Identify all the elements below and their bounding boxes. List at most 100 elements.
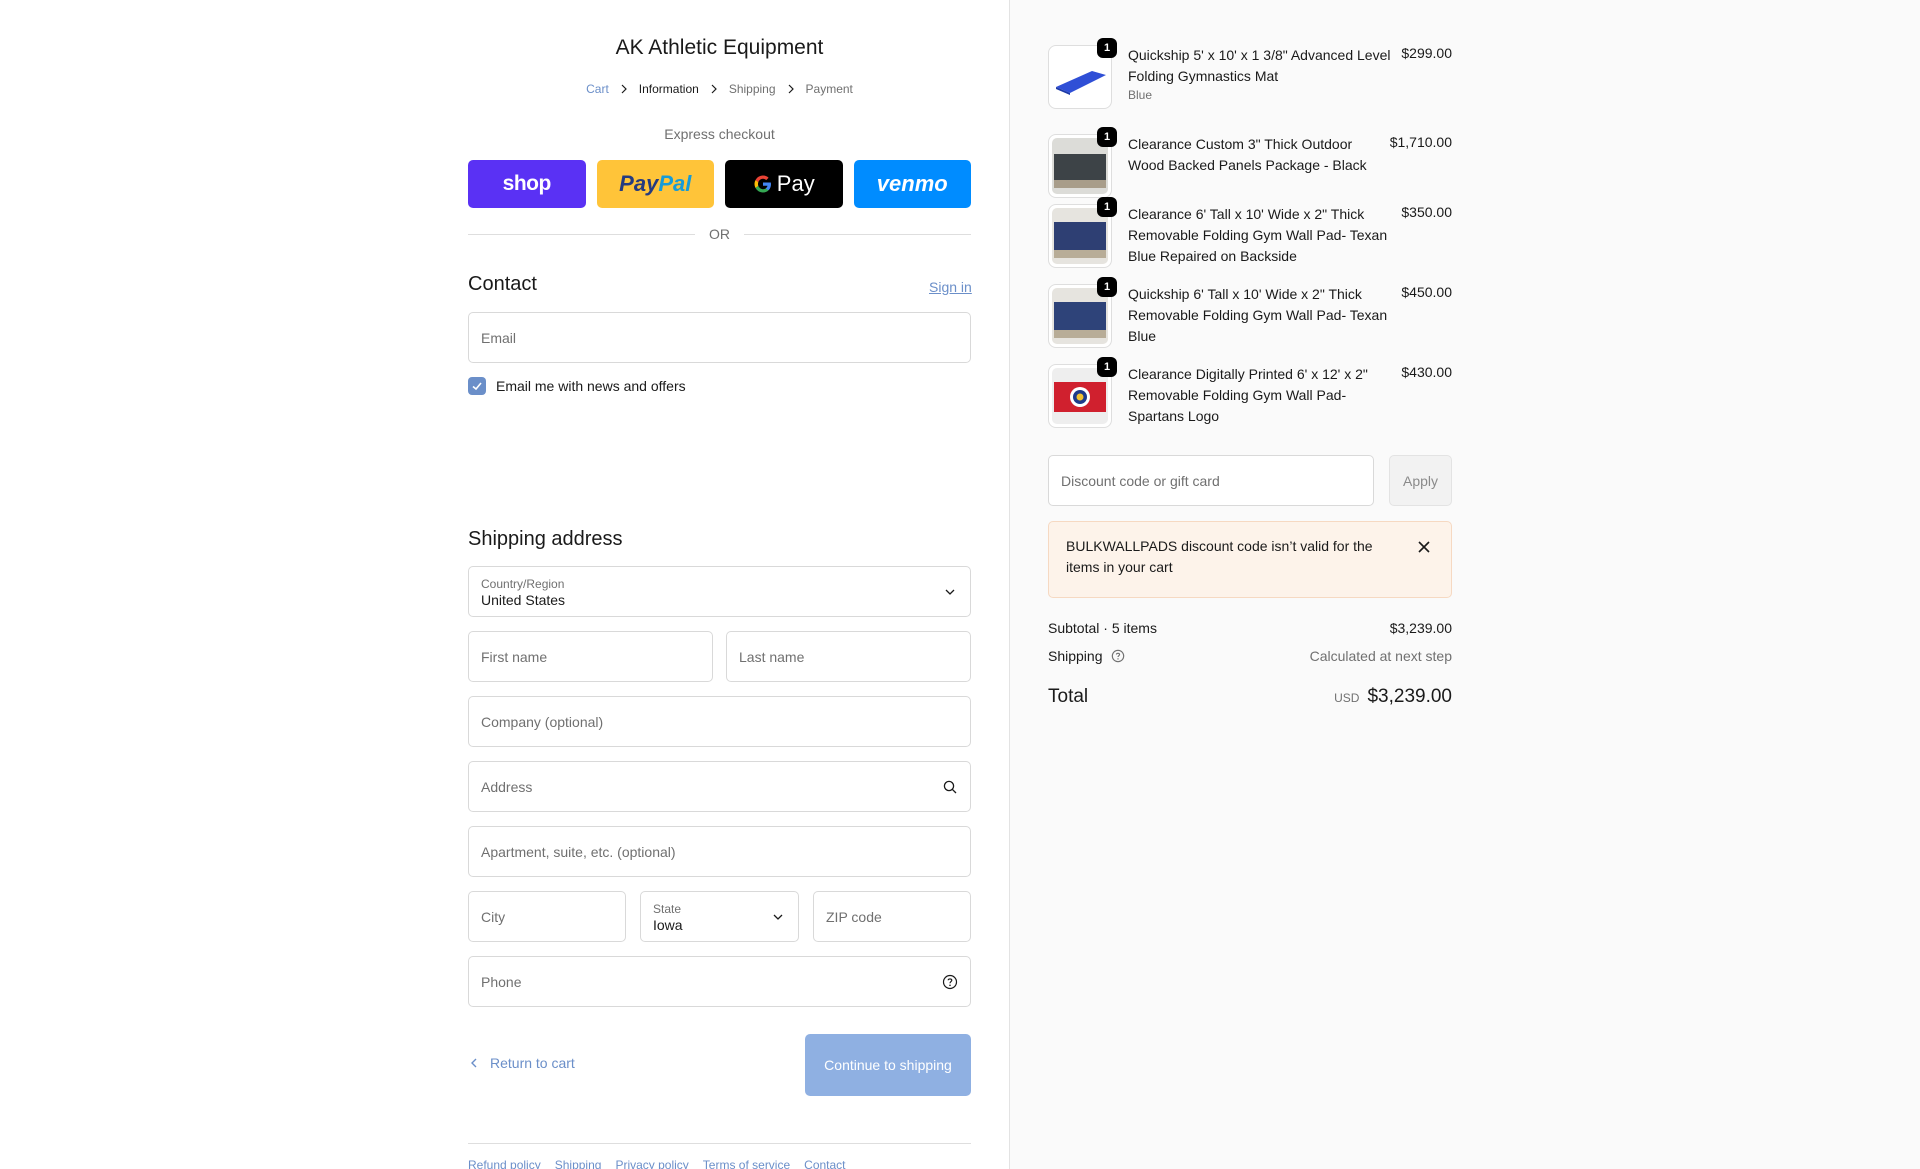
discount-code-field[interactable]: Discount code or gift card	[1048, 455, 1374, 506]
country-label: Country/Region	[481, 576, 565, 591]
first-name-placeholder: First name	[481, 648, 548, 665]
apartment-placeholder: Apartment, suite, etc. (optional)	[481, 843, 676, 860]
help-icon[interactable]	[1111, 649, 1125, 663]
quantity-badge: 1	[1097, 127, 1117, 147]
refund-policy-link[interactable]: Refund policy	[468, 1158, 541, 1169]
footer-links: Refund policy Shipping Privacy policy Te…	[468, 1158, 846, 1169]
google-pay-label: Pay	[776, 171, 815, 196]
item-title: Clearance 6' Tall x 10' Wide x 2" Thick …	[1128, 206, 1388, 264]
item-info: Quickship 5' x 10' x 1 3/8" Advanced Lev…	[1128, 45, 1393, 109]
discount-error-banner: BULKWALLPADS discount code isn’t valid f…	[1048, 521, 1452, 598]
phone-field[interactable]: Phone	[468, 956, 971, 1007]
currency-code: USD	[1334, 691, 1360, 705]
apply-discount-button[interactable]: Apply	[1389, 455, 1452, 506]
breadcrumb: Cart Information Shipping Payment	[468, 82, 971, 96]
shop-pay-label: shop	[502, 172, 552, 195]
newsletter-checkbox[interactable]	[468, 377, 486, 395]
quantity-badge: 1	[1097, 277, 1117, 297]
item-price: $1,710.00	[1389, 134, 1452, 150]
help-icon[interactable]	[942, 974, 958, 990]
terms-of-service-link[interactable]: Terms of service	[703, 1158, 790, 1169]
contact-title: Contact	[468, 273, 537, 295]
subtotal-row: Subtotal · 5 items $3,239.00	[1048, 620, 1452, 636]
shop-pay-button[interactable]: shop	[468, 160, 586, 208]
search-icon	[943, 780, 957, 793]
store-name[interactable]: AK Athletic Equipment	[468, 36, 971, 60]
address-placeholder: Address	[481, 778, 533, 795]
item-title: Quickship 5' x 10' x 1 3/8" Advanced Lev…	[1128, 47, 1391, 84]
product-thumbnail: 1	[1048, 357, 1117, 428]
newsletter-option[interactable]: Email me with news and offers	[468, 377, 686, 395]
shipping-policy-link[interactable]: Shipping	[555, 1158, 602, 1169]
item-variant: Blue	[1128, 88, 1153, 102]
country-select[interactable]: Country/Region United States	[468, 566, 971, 617]
subtotal-value: $3,239.00	[1389, 620, 1452, 636]
sign-in-link[interactable]: Sign in	[929, 279, 972, 295]
privacy-policy-link[interactable]: Privacy policy	[615, 1158, 688, 1169]
google-pay-button[interactable]: Pay	[725, 160, 843, 208]
state-label: State	[653, 901, 682, 916]
company-field[interactable]: Company (optional)	[468, 696, 971, 747]
breadcrumb-information: Information	[638, 82, 699, 96]
item-price: $450.00	[1401, 284, 1452, 300]
phone-placeholder: Phone	[481, 973, 522, 990]
chevron-right-icon	[711, 84, 717, 94]
email-placeholder: Email	[481, 329, 517, 346]
venmo-label: venmo	[876, 171, 948, 196]
total-value: $3,239.00	[1367, 686, 1452, 707]
cart-item: 1 Clearance Custom 3" Thick Outdoor Wood…	[1048, 127, 1452, 198]
chevron-right-icon	[788, 84, 794, 94]
last-name-placeholder: Last name	[739, 648, 805, 665]
shipping-address-title: Shipping address	[468, 528, 623, 550]
zip-field[interactable]: ZIP code	[813, 891, 971, 942]
shipping-value: Calculated at next step	[1309, 648, 1452, 664]
total-value-wrap: USD $3,239.00	[1334, 686, 1452, 708]
breadcrumb-cart[interactable]: Cart	[586, 82, 609, 96]
breadcrumb-payment: Payment	[805, 82, 853, 96]
or-label: OR	[709, 226, 730, 242]
address-field[interactable]: Address	[468, 761, 971, 812]
item-info: Clearance 6' Tall x 10' Wide x 2" Thick …	[1128, 204, 1393, 268]
last-name-field[interactable]: Last name	[726, 631, 971, 682]
total-row: Total USD $3,239.00	[1048, 686, 1452, 708]
cart-item: 1 Quickship 6' Tall x 10' Wide x 2" Thic…	[1048, 277, 1452, 348]
checkout-main: AK Athletic Equipment Cart Information S…	[0, 0, 1009, 1169]
email-field[interactable]: Email	[468, 312, 971, 363]
cart-item: 1 Clearance Digitally Printed 6' x 12' x…	[1048, 357, 1452, 428]
chevron-down-icon	[773, 914, 783, 920]
return-to-cart-label: Return to cart	[490, 1055, 575, 1071]
contact-link[interactable]: Contact	[804, 1158, 845, 1169]
google-g-icon	[754, 175, 771, 193]
item-price: $430.00	[1401, 364, 1452, 380]
product-thumbnail: 1	[1048, 38, 1117, 109]
apartment-field[interactable]: Apartment, suite, etc. (optional)	[468, 826, 971, 877]
or-divider: OR	[468, 226, 971, 242]
product-thumbnail: 1	[1048, 127, 1117, 198]
total-label: Total	[1048, 686, 1089, 707]
close-icon[interactable]	[1417, 540, 1431, 554]
product-thumbnail: 1	[1048, 277, 1117, 348]
item-info: Quickship 6' Tall x 10' Wide x 2" Thick …	[1128, 284, 1393, 348]
paypal-label-part2: Pal	[658, 171, 692, 196]
chevron-down-icon	[945, 589, 955, 595]
continue-label: Continue to shipping	[824, 1057, 952, 1073]
continue-to-shipping-button[interactable]: Continue to shipping	[805, 1034, 971, 1096]
express-checkout-title: Express checkout	[664, 126, 775, 142]
cart-item: 1 Clearance 6' Tall x 10' Wide x 2" Thic…	[1048, 197, 1452, 268]
item-title: Quickship 6' Tall x 10' Wide x 2" Thick …	[1128, 286, 1388, 344]
subtotal-label: Subtotal · 5 items	[1048, 620, 1157, 636]
shipping-label-wrap: Shipping	[1048, 648, 1125, 664]
venmo-button[interactable]: venmo	[853, 160, 971, 208]
paypal-button[interactable]: Pay Pal	[596, 160, 714, 208]
state-select[interactable]: State Iowa	[640, 891, 799, 942]
footer-divider	[468, 1143, 971, 1144]
cart-item: 1 Quickship 5' x 10' x 1 3/8" Advanced L…	[1048, 38, 1452, 109]
return-to-cart-link[interactable]: Return to cart	[468, 1055, 575, 1071]
divider-line	[744, 233, 971, 235]
discount-error-message: BULKWALLPADS discount code isn’t valid f…	[1066, 538, 1373, 575]
city-field[interactable]: City	[468, 891, 626, 942]
apply-label: Apply	[1402, 472, 1439, 489]
shipping-row: Shipping Calculated at next step	[1048, 648, 1452, 664]
first-name-field[interactable]: First name	[468, 631, 713, 682]
company-placeholder: Company (optional)	[481, 713, 604, 730]
